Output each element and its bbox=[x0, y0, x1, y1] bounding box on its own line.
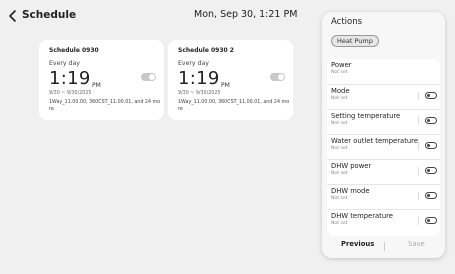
device-chip[interactable]: Heat Pump bbox=[331, 35, 379, 47]
action-item-setting-temperature[interactable]: Setting temperature Not set bbox=[327, 109, 440, 133]
actions-panel: Actions Heat Pump Power Not set Mode Not… bbox=[322, 12, 445, 258]
action-item-dhw-power[interactable]: DHW power Not set bbox=[327, 159, 440, 183]
action-toggle[interactable] bbox=[425, 217, 437, 224]
action-item-label: Setting temperature bbox=[331, 112, 401, 120]
divider bbox=[418, 142, 419, 150]
action-item-status: Not set bbox=[331, 221, 348, 226]
action-item-label: Power bbox=[331, 61, 352, 69]
divider bbox=[384, 242, 385, 251]
schedule-ampm: PM bbox=[221, 82, 230, 89]
schedule-frequency: Every day bbox=[178, 60, 209, 67]
divider bbox=[418, 117, 419, 125]
schedule-toggle[interactable] bbox=[270, 73, 285, 81]
divider bbox=[418, 167, 419, 175]
action-item-status: Not set bbox=[331, 146, 348, 151]
action-list: Power Not set Mode Not set Setting tempe… bbox=[327, 59, 440, 236]
action-item-mode[interactable]: Mode Not set bbox=[327, 84, 440, 108]
action-toggle[interactable] bbox=[425, 192, 437, 199]
panel-footer: Previous Save bbox=[322, 238, 445, 258]
save-button[interactable]: Save bbox=[408, 240, 425, 248]
action-item-label: Water outlet temperature bbox=[331, 137, 419, 145]
action-item-status: Not set bbox=[331, 196, 348, 201]
action-toggle[interactable] bbox=[425, 92, 437, 99]
previous-button[interactable]: Previous bbox=[341, 240, 374, 248]
action-item-status: Not set bbox=[331, 70, 348, 75]
schedule-title: Schedule 0930 bbox=[49, 47, 99, 54]
divider bbox=[418, 92, 419, 100]
divider bbox=[418, 192, 419, 200]
page-title: Schedule bbox=[22, 9, 77, 21]
schedule-time: 1:19 bbox=[178, 68, 220, 89]
schedule-card[interactable]: Schedule 0930 2 Every day 1:19 PM 9/30 ~… bbox=[168, 40, 293, 120]
schedule-devices: 1Way_11.00.00, 360CST_11.00.01, and 24 m… bbox=[49, 100, 161, 112]
schedule-card[interactable]: Schedule 0930 Every day 1:19 PM 9/30 ~ 9… bbox=[39, 40, 164, 120]
action-item-water-outlet-temperature[interactable]: Water outlet temperature Not set bbox=[327, 134, 440, 158]
schedule-title: Schedule 0930 2 bbox=[178, 47, 234, 54]
action-item-status: Not set bbox=[331, 96, 348, 101]
action-toggle[interactable] bbox=[425, 117, 437, 124]
action-toggle[interactable] bbox=[425, 167, 437, 174]
schedule-devices: 1Way_11.00.00, 360CST_11.00.01, and 24 m… bbox=[178, 100, 290, 112]
divider bbox=[418, 217, 419, 225]
action-item-status: Not set bbox=[331, 121, 348, 126]
action-item-label: DHW power bbox=[331, 162, 372, 170]
action-item-dhw-mode[interactable]: DHW mode Not set bbox=[327, 184, 440, 208]
current-datetime: Mon, Sep 30, 1:21 PM bbox=[194, 9, 298, 20]
action-toggle[interactable] bbox=[425, 142, 437, 149]
action-item-power[interactable]: Power Not set bbox=[327, 59, 440, 83]
actions-panel-title: Actions bbox=[331, 17, 363, 27]
action-item-label: DHW mode bbox=[331, 187, 370, 195]
action-item-label: DHW temperature bbox=[331, 212, 393, 220]
action-item-dhw-temperature[interactable]: DHW temperature Not set bbox=[327, 209, 440, 233]
schedule-frequency: Every day bbox=[49, 60, 80, 67]
schedule-date-range: 9/30 ~ 9/30/2025 bbox=[49, 91, 92, 96]
chevron-left-icon[interactable] bbox=[8, 9, 18, 23]
action-item-status: Not set bbox=[331, 171, 348, 176]
schedule-toggle[interactable] bbox=[141, 73, 156, 81]
schedule-ampm: PM bbox=[92, 82, 101, 89]
action-item-label: Mode bbox=[331, 87, 350, 95]
schedule-time: 1:19 bbox=[49, 68, 91, 89]
schedule-date-range: 9/30 ~ 9/30/2025 bbox=[178, 91, 221, 96]
